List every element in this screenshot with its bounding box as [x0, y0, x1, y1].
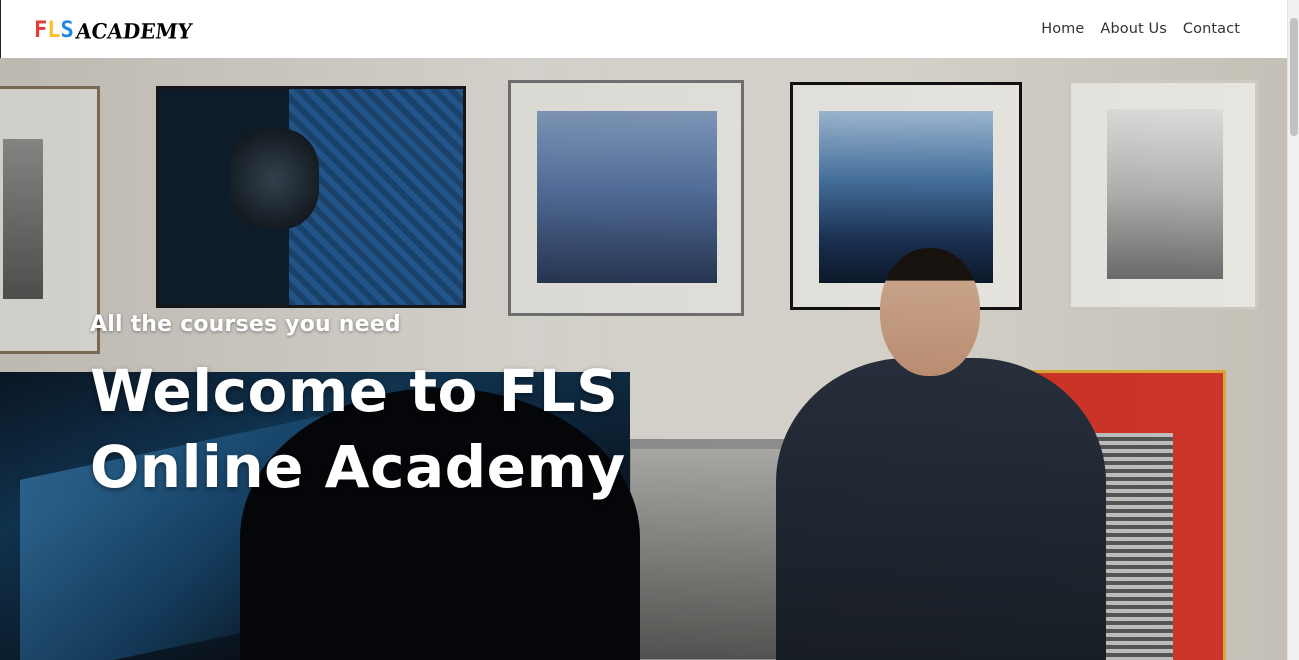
nav-about-link[interactable]: About Us	[1100, 21, 1166, 37]
logo-word: ACADEMY	[74, 18, 194, 44]
site-logo[interactable]: F L S ACADEMY	[34, 16, 194, 44]
nav-contact-link[interactable]: Contact	[1183, 21, 1240, 37]
hero-title: Welcome to FLS Online Academy	[90, 357, 626, 501]
page-scrollbar[interactable]	[1287, 0, 1299, 660]
hero-subtitle: All the courses you need	[90, 312, 401, 337]
logo-letter-l: L	[47, 18, 61, 43]
hero-section: All the courses you need Welcome to FLS …	[0, 58, 1287, 660]
scrollbar-thumb[interactable]	[1290, 18, 1298, 136]
main-nav: Home About Us Contact	[1041, 0, 1240, 58]
site-header: F L S ACADEMY Home About Us Contact	[0, 0, 1287, 58]
logo-letter-s: S	[60, 18, 74, 43]
hero-text-block: All the courses you need Welcome to FLS …	[90, 312, 690, 505]
logo-letter-f: F	[34, 18, 48, 43]
nav-home-link[interactable]: Home	[1041, 21, 1084, 37]
